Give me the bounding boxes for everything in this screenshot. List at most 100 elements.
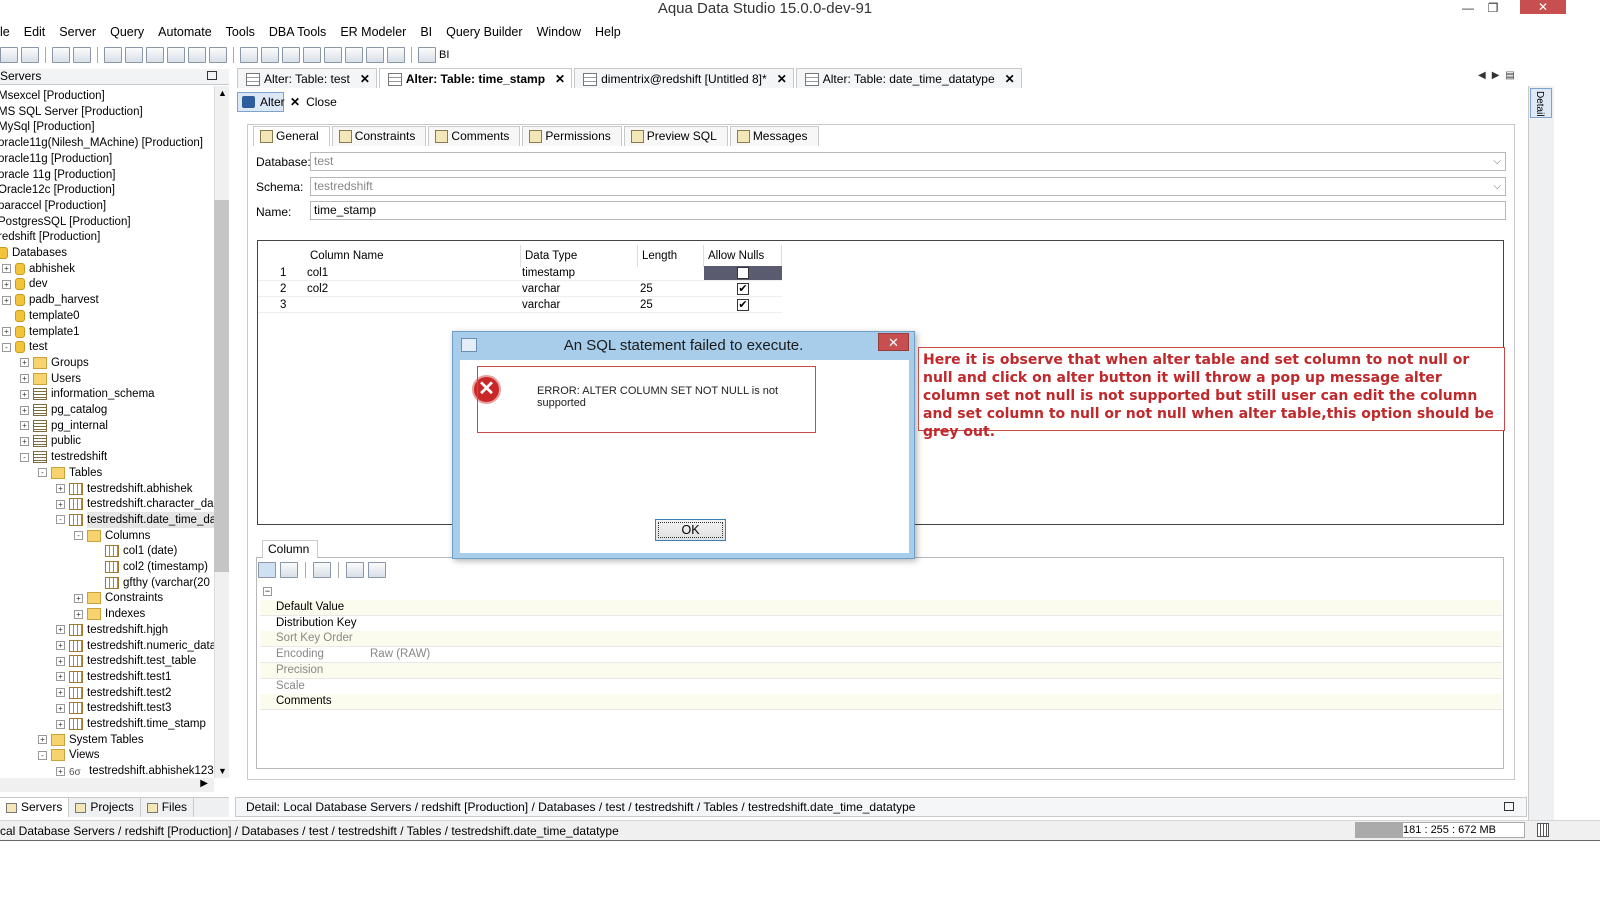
tree-item[interactable]: Oracle12c [Production] [0, 182, 115, 198]
ok-button[interactable]: OK [655, 519, 726, 541]
history-icon[interactable] [209, 47, 227, 63]
grid-header[interactable]: Allow Nulls [704, 245, 782, 267]
menu-item-tools[interactable]: Tools [219, 22, 262, 42]
tree-item[interactable]: + template1 [2, 324, 80, 340]
property-row[interactable]: Scale [260, 678, 1502, 695]
er-diagram-icon[interactable] [324, 47, 342, 63]
connect-icon[interactable] [52, 47, 70, 63]
tree-item[interactable]: + pg_catalog [20, 402, 107, 418]
expand-icon[interactable]: + [2, 279, 11, 289]
tree-item[interactable]: - Columns [74, 528, 150, 544]
property-row[interactable]: Comments [260, 694, 1502, 711]
menu-item-automate[interactable]: Automate [151, 22, 219, 42]
close-button[interactable]: ✕ Close [290, 92, 337, 112]
close-tab-icon[interactable]: ✕ [777, 72, 787, 86]
close-tab-icon[interactable]: ✕ [360, 72, 370, 86]
menu-item-query[interactable]: Query [103, 22, 151, 42]
tree-item[interactable]: + testredshift.hjgh [56, 622, 168, 638]
tile-horizontal-icon[interactable] [261, 47, 279, 63]
property-row[interactable]: Default Value [260, 600, 1502, 616]
tree-item[interactable]: + System Tables [38, 732, 144, 748]
tree-item[interactable]: oracle11g [Production] [0, 151, 112, 167]
tree-item[interactable]: gfthy (varchar(20 [92, 575, 210, 591]
tree-item[interactable]: MySql [Production] [0, 119, 95, 135]
tree-item[interactable]: + padb_harvest [2, 292, 99, 308]
expand-icon[interactable]: + [56, 688, 65, 698]
close-tab-icon[interactable]: ✕ [1005, 72, 1015, 86]
tree-item[interactable]: + testredshift.test2 [56, 685, 171, 701]
cell-type[interactable]: varchar [518, 281, 560, 297]
menu-item-query-builder[interactable]: Query Builder [439, 22, 529, 42]
collapse-icon[interactable]: - [38, 750, 47, 760]
expand-icon[interactable]: + [56, 656, 65, 666]
sort-alpha-icon[interactable] [280, 562, 298, 578]
tree-item[interactable]: - testredshift.date_time_da [56, 511, 214, 528]
query-analyzer-icon[interactable] [125, 47, 143, 63]
tab-prev-icon[interactable]: ◀ [1478, 70, 1486, 86]
tree-item[interactable]: PostgresSQL [Production] [0, 214, 131, 230]
minimize-button[interactable]: — [1455, 0, 1481, 16]
tree-item[interactable]: + Groups [20, 355, 89, 371]
tree-item[interactable]: + testredshift.abhishek [56, 481, 192, 497]
tree-item[interactable]: - Tables [38, 465, 102, 481]
tree-item[interactable]: oracle11g(Nilesh_MAchine) [Production] [0, 135, 203, 151]
tree-item[interactable]: + Users [20, 371, 81, 387]
expand-icon[interactable]: + [56, 719, 65, 729]
restore-panel-icon[interactable] [1504, 802, 1514, 811]
expand-icon[interactable]: + [20, 389, 29, 399]
tab-preview-sql[interactable]: Preview SQL [623, 126, 728, 146]
tree-item[interactable]: + abhishek [2, 261, 75, 277]
menu-item-help[interactable]: Help [588, 22, 628, 42]
schema-select[interactable]: testredshift ⌵ [310, 177, 1506, 196]
tree-item[interactable]: Databases [0, 245, 67, 261]
document-tab[interactable]: Alter: Table: test ✕ [237, 68, 377, 88]
tree-item[interactable]: +6σ testredshift.abhishek123 [56, 763, 214, 778]
expand-icon[interactable]: + [2, 264, 11, 274]
tree-item[interactable]: - test [2, 339, 48, 355]
expand-icon[interactable]: + [74, 609, 83, 619]
document-tab[interactable]: dimentrix@redshift [Untitled 8]* ✕ [574, 68, 794, 88]
expand-icon[interactable]: + [56, 499, 65, 509]
cell-length[interactable]: 25 [636, 297, 653, 313]
grid-header[interactable]: Column Name [306, 245, 521, 267]
tree-item[interactable]: template0 [2, 308, 80, 324]
name-input[interactable]: time_stamp [310, 201, 1506, 220]
tree-item[interactable]: paraccel [Production] [0, 198, 106, 214]
expand-icon[interactable]: + [20, 436, 29, 446]
tree-item[interactable]: col1 (date) [92, 543, 177, 559]
collapse-icon[interactable]: - [38, 468, 47, 478]
property-row[interactable]: Precision [260, 662, 1502, 679]
chart-icon[interactable] [366, 47, 384, 63]
collapse-icon[interactable]: - [74, 531, 83, 541]
menu-item-server[interactable]: Server [52, 22, 103, 42]
expand-icon[interactable]: + [38, 735, 47, 745]
menu-item-bi[interactable]: BI [413, 22, 439, 42]
expand-icon[interactable]: + [56, 766, 65, 776]
close-tab-icon[interactable]: ✕ [555, 72, 565, 86]
tree-scroll-thumb[interactable] [214, 200, 229, 572]
database-select[interactable]: test ⌵ [310, 152, 1506, 171]
collapse-all-icon[interactable] [368, 562, 386, 578]
scroll-right-icon[interactable]: ▶ [200, 778, 208, 789]
menu-item-dba-tools[interactable]: DBA Tools [262, 22, 333, 42]
report-icon[interactable] [387, 47, 405, 63]
expand-icon[interactable]: + [2, 295, 11, 305]
scroll-down-icon[interactable]: ▼ [218, 766, 227, 776]
new-server-icon[interactable] [0, 47, 18, 63]
categorized-icon[interactable] [258, 562, 276, 578]
tree-item[interactable]: Msexcel [Production] [0, 88, 105, 104]
tab-permissions[interactable]: Permissions [522, 126, 622, 146]
tab-next-icon[interactable]: ▶ [1492, 70, 1500, 86]
document-tab[interactable]: Alter: Table: time_stamp ✕ [378, 68, 573, 88]
document-tab[interactable]: Alter: Table: date_time_datatype ✕ [795, 68, 1022, 88]
left-tab-servers[interactable]: Servers [0, 798, 70, 817]
tree-item[interactable]: - testredshift [20, 449, 107, 465]
allow-nulls-checkbox[interactable] [737, 267, 749, 279]
alter-button[interactable]: Alter [237, 92, 285, 112]
expand-icon[interactable]: + [74, 593, 83, 603]
cell-type[interactable]: varchar [518, 297, 560, 313]
left-tab-files[interactable]: Files [141, 798, 195, 817]
expand-all-icon[interactable] [346, 562, 364, 578]
tree-item[interactable]: col2 (timestamp) [92, 559, 208, 575]
tree-item[interactable]: + public [20, 433, 81, 449]
